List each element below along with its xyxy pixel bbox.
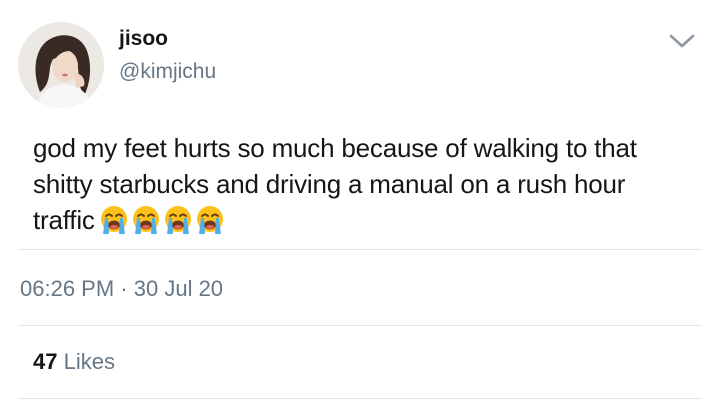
- author-handle[interactable]: @kimjichu: [119, 59, 216, 85]
- emoji-group: [99, 205, 227, 244]
- likes-stat[interactable]: 47 Likes: [33, 348, 115, 376]
- loudly-crying-face-icon: [131, 205, 161, 235]
- likes-count: 47: [33, 349, 58, 374]
- tweet-card: jisoo @kimjichu god my feet hurts so muc…: [0, 0, 720, 406]
- loudly-crying-face-icon: [195, 205, 225, 235]
- loudly-crying-face-icon: [99, 205, 129, 235]
- tweet-timestamp[interactable]: 06:26 PM · 30 Jul 20: [20, 275, 223, 303]
- divider: [18, 249, 702, 250]
- likes-label: Likes: [63, 349, 115, 374]
- avatar[interactable]: [18, 22, 104, 108]
- tweet-time: 06:26 PM: [20, 276, 115, 301]
- author-display-name[interactable]: jisoo: [119, 26, 168, 52]
- loudly-crying-face-icon: [163, 205, 193, 235]
- avatar-image: [18, 22, 104, 108]
- tweet-date: 30 Jul 20: [133, 276, 224, 301]
- divider: [18, 325, 702, 326]
- timestamp-separator: ·: [120, 276, 128, 301]
- divider: [18, 398, 702, 399]
- chevron-down-icon[interactable]: [668, 30, 696, 52]
- tweet-text: god my feet hurts so much because of wal…: [33, 130, 673, 244]
